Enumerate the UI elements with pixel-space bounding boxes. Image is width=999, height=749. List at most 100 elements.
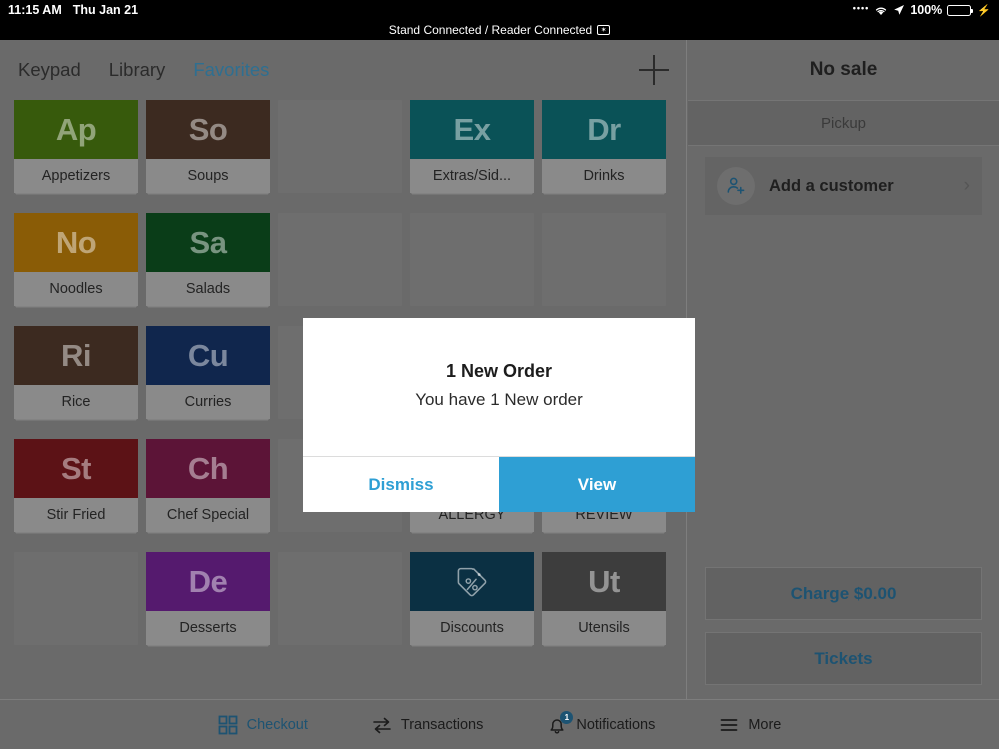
favorites-tile[interactable]: Sa Salads: [146, 213, 270, 306]
tab-library[interactable]: Library: [109, 59, 166, 81]
favorites-tile-empty: [278, 552, 402, 645]
tile-label: Extras/Sid...: [410, 159, 534, 193]
ios-status-bar: 11:15 AM Thu Jan 21 •••• 100% ⚡: [0, 0, 999, 20]
location-arrow-icon: [894, 5, 905, 15]
discount-tag-icon: [457, 567, 487, 596]
status-bar-right: •••• 100% ⚡: [853, 3, 991, 17]
pos-app-window: 11:15 AM Thu Jan 21 •••• 100% ⚡ Stand Co…: [0, 0, 999, 749]
tickets-button[interactable]: Tickets: [705, 632, 982, 685]
nav-item-checkout[interactable]: Checkout: [218, 715, 308, 735]
charge-button[interactable]: Charge $0.00: [705, 567, 982, 620]
chevron-right-icon: ›: [963, 175, 970, 196]
tile-abbreviation: Dr: [587, 112, 621, 147]
dialog-message: You have 1 New order: [415, 389, 583, 409]
tile-label: Utensils: [542, 611, 666, 645]
tile-abbreviation: Sa: [189, 225, 227, 260]
tile-color-header: De: [146, 552, 270, 611]
tile-color-header: St: [14, 439, 138, 498]
dialog-title: 1 New Order: [445, 360, 553, 381]
favorites-tile[interactable]: Ri Rice: [14, 326, 138, 419]
tab-favorites[interactable]: Favorites: [193, 59, 269, 81]
status-bar-date: Thu Jan 21: [72, 3, 139, 17]
wifi-icon: [876, 7, 887, 15]
favorites-tile[interactable]: No Noodles: [14, 213, 138, 306]
add-favorite-plus-icon[interactable]: [639, 55, 669, 85]
tile-abbreviation: No: [55, 225, 97, 260]
tile-abbreviation: De: [188, 564, 228, 599]
favorites-tile-empty: [542, 213, 666, 306]
tile-color-header: So: [146, 100, 270, 159]
nav-label-more: More: [748, 716, 782, 733]
signal-dots-icon: ••••: [852, 3, 870, 13]
tile-color-header: [410, 552, 534, 611]
favorites-tile[interactable]: Ut Utensils: [542, 552, 666, 645]
nav-item-more[interactable]: More: [719, 715, 781, 735]
person-add-icon: [717, 167, 755, 205]
app-body: Keypad Library Favorites Ap Appetizers So S…: [0, 40, 999, 749]
tile-abbreviation: Ut: [588, 564, 620, 599]
favorites-tile-empty: [278, 213, 402, 306]
favorites-tile[interactable]: Cu Curries: [146, 326, 270, 419]
cart-actions: Charge $0.00 Tickets: [688, 567, 999, 699]
nav-label-checkout: Checkout: [246, 716, 308, 733]
favorites-tile[interactable]: Ch Chef Special: [146, 439, 270, 532]
battery-percent-label: 100%: [910, 3, 943, 17]
tile-abbreviation: Ch: [187, 451, 229, 486]
tile-abbreviation: Ap: [55, 112, 97, 147]
bottom-navigation-bar: Checkout Transactions 1 Notifications Mo…: [0, 699, 999, 749]
tile-label: Noodles: [14, 272, 138, 306]
tile-color-header: Cu: [146, 326, 270, 385]
view-button[interactable]: View: [499, 457, 695, 512]
tile-label: Rice: [14, 385, 138, 419]
favorites-tile[interactable]: De Desserts: [146, 552, 270, 645]
fulfillment-type[interactable]: Pickup: [688, 100, 999, 146]
tile-label: Discounts: [410, 611, 534, 645]
dismiss-button[interactable]: Dismiss: [303, 457, 499, 512]
favorites-tile-empty: [14, 552, 138, 645]
tile-abbreviation: Ex: [453, 112, 491, 147]
tile-color-header: Sa: [146, 213, 270, 272]
favorites-tile[interactable]: Ex Extras/Sid...: [410, 100, 534, 193]
add-customer-label: Add a customer: [769, 176, 894, 195]
nav-label-transactions: Transactions: [400, 716, 484, 733]
tile-label: Appetizers: [14, 159, 138, 193]
nav-item-notifications[interactable]: 1 Notifications: [547, 710, 656, 735]
tile-label: Drinks: [542, 159, 666, 193]
tile-label: Curries: [146, 385, 270, 419]
tile-abbreviation: Cu: [187, 338, 229, 373]
favorites-tile-empty: [410, 213, 534, 306]
connection-status-text: Stand Connected / Reader Connected: [388, 23, 593, 37]
nav-label-notifications: Notifications: [576, 716, 656, 733]
nav-item-transactions[interactable]: Transactions: [372, 715, 483, 735]
tile-abbreviation: St: [61, 451, 92, 486]
dialog-actions: Dismiss View: [303, 456, 695, 512]
tile-color-header: Ut: [542, 552, 666, 611]
reader-connected-icon: ✶: [597, 25, 611, 35]
tile-color-header: Dr: [542, 100, 666, 159]
items-tab-bar: Keypad Library Favorites: [0, 40, 687, 100]
status-bar-left: 11:15 AM Thu Jan 21: [8, 3, 138, 17]
favorites-tile-empty: [278, 100, 402, 193]
dialog-body: 1 New Order You have 1 New order: [303, 318, 695, 456]
bolt-icon: ⚡: [977, 4, 991, 17]
favorites-tile[interactable]: Ap Appetizers: [14, 100, 138, 193]
status-bar-time: 11:15 AM: [8, 3, 62, 17]
tile-color-header: Ap: [14, 100, 138, 159]
tab-keypad[interactable]: Keypad: [18, 59, 81, 81]
favorites-tile[interactable]: Dr Drinks: [542, 100, 666, 193]
favorites-tile[interactable]: Discounts: [410, 552, 534, 645]
notifications-badge: 1: [560, 710, 574, 724]
tile-label: Salads: [146, 272, 270, 306]
cart-title: No sale: [809, 59, 878, 80]
favorites-tile[interactable]: So Soups: [146, 100, 270, 193]
connection-status-bar: Stand Connected / Reader Connected ✶: [0, 20, 999, 40]
transfer-arrows-icon: [373, 717, 391, 733]
tile-abbreviation: So: [188, 112, 228, 147]
new-order-alert-dialog: 1 New Order You have 1 New order Dismiss…: [303, 318, 695, 512]
add-customer-row[interactable]: Add a customer ›: [705, 157, 982, 215]
tile-color-header: Ri: [14, 326, 138, 385]
tile-label: Desserts: [146, 611, 270, 645]
tile-color-header: No: [14, 213, 138, 272]
grid-squares-icon: [218, 715, 238, 734]
favorites-tile[interactable]: St Stir Fried: [14, 439, 138, 532]
